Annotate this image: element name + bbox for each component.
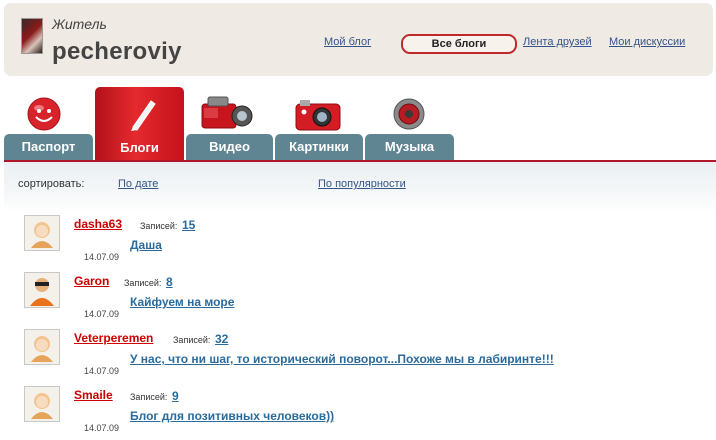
entries-count-label: Записей: bbox=[124, 278, 162, 288]
sort-by-popularity-link[interactable]: По популярности bbox=[318, 178, 406, 190]
video-camera-icon bbox=[201, 96, 253, 129]
man-avatar-icon bbox=[30, 278, 54, 306]
blog-title[interactable]: Блог для позитивных человеков)) bbox=[130, 409, 334, 423]
smiley-icon bbox=[27, 97, 61, 131]
girl-avatar-icon bbox=[31, 222, 53, 248]
profile-header: Житель pecheroviy Мой блог Все блоги Лен… bbox=[4, 3, 713, 76]
my-discussions-link[interactable]: Мои дискуссии bbox=[609, 36, 685, 48]
blog-date: 14.07.09 bbox=[84, 309, 120, 319]
author-avatar[interactable] bbox=[24, 215, 60, 251]
blog-title[interactable]: Даша bbox=[130, 238, 162, 252]
photo-camera-icon bbox=[295, 100, 341, 131]
tab-music[interactable]: Музыка bbox=[365, 134, 454, 160]
author-name[interactable]: Garon bbox=[74, 274, 109, 288]
all-blogs-button[interactable]: Все блоги bbox=[401, 34, 517, 54]
author-name[interactable]: Veterperemen bbox=[74, 331, 153, 345]
entries-count[interactable]: 32 bbox=[215, 332, 228, 346]
author-avatar[interactable] bbox=[24, 329, 60, 365]
author-avatar[interactable] bbox=[24, 386, 60, 422]
blog-date: 14.07.09 bbox=[84, 423, 120, 433]
my-blog-link[interactable]: Мой блог bbox=[324, 36, 371, 48]
entries-count-label: Записей: bbox=[173, 335, 211, 345]
blog-date: 14.07.09 bbox=[84, 252, 120, 262]
girl-avatar-icon bbox=[31, 336, 53, 362]
entries-count-label: Записей: bbox=[130, 392, 168, 402]
user-avatar[interactable] bbox=[21, 18, 43, 54]
user-role: Житель bbox=[52, 16, 107, 32]
pencil-icon bbox=[131, 100, 156, 131]
tab-video[interactable]: Видео bbox=[186, 134, 273, 160]
entries-count[interactable]: 8 bbox=[166, 275, 173, 289]
girl-avatar-icon bbox=[31, 393, 53, 419]
sort-by-date-link[interactable]: По дате bbox=[118, 178, 158, 190]
blog-date: 14.07.09 bbox=[84, 366, 120, 376]
entries-count-label: Записей: bbox=[140, 221, 178, 231]
author-name[interactable]: Smaile bbox=[74, 388, 113, 402]
username[interactable]: pecheroviy bbox=[52, 38, 182, 66]
sort-label: сортировать: bbox=[18, 178, 85, 190]
tab-pictures[interactable]: Картинки bbox=[275, 134, 363, 160]
author-avatar[interactable] bbox=[24, 272, 60, 308]
tab-blogs-label: Блоги bbox=[120, 140, 159, 155]
friends-feed-link[interactable]: Лента друзей bbox=[523, 36, 592, 48]
tab-passport[interactable]: Паспорт bbox=[4, 134, 93, 160]
tab-blogs[interactable]: Блоги bbox=[95, 87, 184, 160]
blog-title[interactable]: У нас, что ни шаг, то исторический повор… bbox=[130, 352, 554, 366]
author-name[interactable]: dasha63 bbox=[74, 217, 122, 231]
entries-count[interactable]: 9 bbox=[172, 389, 179, 403]
blog-title[interactable]: Кайфуем на море bbox=[130, 295, 234, 309]
speaker-icon bbox=[393, 98, 425, 130]
entries-count[interactable]: 15 bbox=[182, 218, 195, 232]
